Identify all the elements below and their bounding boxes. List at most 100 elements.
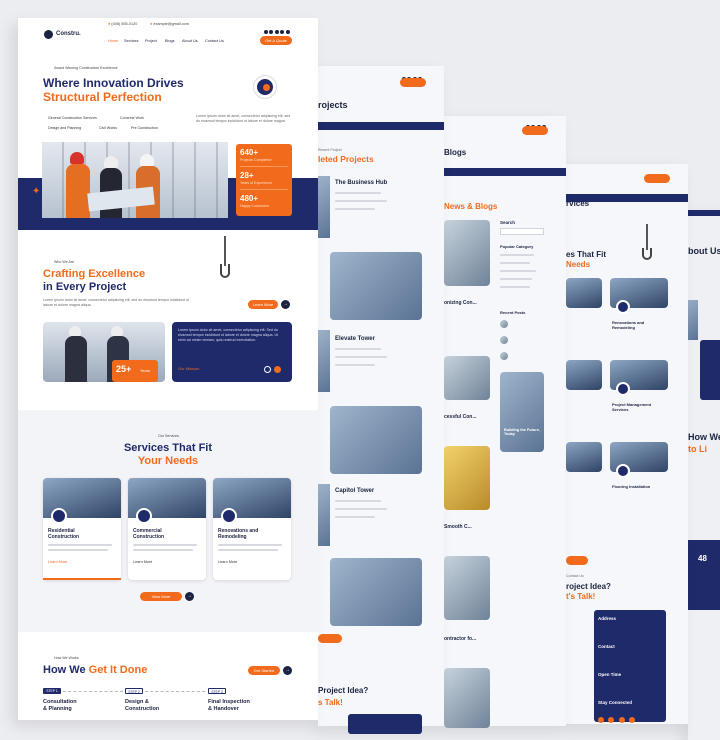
stat-value: 640+ [240, 148, 259, 157]
step-name-1: Final Inspection [208, 699, 250, 705]
nav-blogs[interactable]: Blogs [165, 39, 175, 43]
stat-label: Happy Customers [240, 204, 269, 208]
hero-service: Pre Construction [131, 126, 158, 130]
who-learn-more[interactable]: Learn More [248, 300, 278, 309]
phone-icon: ● [108, 22, 111, 26]
services-view-more[interactable]: View More [140, 592, 182, 601]
about-stat-value: 48 [698, 554, 707, 563]
project-meta [335, 356, 387, 358]
service-card[interactable]: Commercial Construction Learn More [128, 478, 206, 580]
hero-eyebrow: Award Winning Construction Excellence [54, 66, 118, 70]
text-line [48, 549, 108, 551]
project-title[interactable]: Elevate Tower [335, 336, 375, 342]
service-image [566, 442, 602, 472]
category-item[interactable] [500, 286, 530, 288]
blogs-quote-button[interactable] [522, 126, 548, 135]
arrow-right-icon[interactable]: → [281, 300, 290, 309]
nav-services[interactable]: Services [124, 39, 139, 43]
project-title[interactable]: The Business Hub [335, 180, 387, 186]
project-meta [335, 208, 375, 210]
arrow-right-icon[interactable]: → [185, 592, 194, 601]
twitter-icon[interactable] [269, 30, 273, 34]
service-link[interactable]: Learn More [218, 560, 237, 564]
projects-eyebrow: Recent Project [318, 148, 342, 152]
play-badge[interactable] [254, 76, 276, 98]
category-item[interactable] [500, 254, 534, 256]
service-name-2: Construction [133, 534, 165, 540]
instagram-icon[interactable] [274, 30, 279, 34]
blog-image [444, 356, 490, 400]
services-view-more[interactable] [566, 556, 588, 565]
clipboard-icon [616, 382, 630, 396]
about-heading-2: to Li [688, 444, 707, 454]
get-quote-button[interactable]: Get A Quote [260, 36, 292, 45]
text-line [218, 549, 278, 551]
service-link[interactable]: Learn More [48, 560, 67, 564]
floor-icon [616, 464, 630, 478]
projects-view-more[interactable] [318, 634, 342, 643]
step-tag: STEP 3 [208, 688, 226, 694]
facebook-icon[interactable] [263, 30, 268, 34]
sparkle-icon: ✦ [32, 186, 41, 197]
youtube-icon[interactable] [285, 30, 290, 34]
prev-icon[interactable] [264, 366, 271, 373]
recent-label: Recent Posts [500, 310, 526, 315]
years-value: 25+ [116, 364, 132, 374]
services-heading-1: es That Fit [566, 250, 607, 259]
hero-description: Lorem ipsum dolor sit amet, consectetur … [196, 114, 291, 123]
stat-value: 480+ [240, 194, 259, 203]
about-page-preview: bout Us How We to Li 48 [684, 210, 720, 740]
contact-heading-1: roject Idea? [566, 582, 611, 591]
service-card[interactable]: Residential Construction Learn More [43, 478, 121, 580]
nav-project[interactable]: Project [145, 39, 157, 43]
tools-icon [221, 508, 237, 524]
services-eyebrow: Our Services [158, 434, 179, 438]
projects-header-bar [318, 122, 444, 130]
blog-post-title[interactable]: ontractor fo... [444, 636, 476, 642]
nav-about[interactable]: About Us [182, 39, 198, 43]
nav-contact[interactable]: Contact Us [205, 39, 224, 43]
hardhat-image [444, 446, 490, 510]
brand-name[interactable]: Constru. [56, 31, 81, 37]
active-underline [43, 578, 121, 580]
arrow-right-icon[interactable]: → [283, 666, 292, 675]
home-page-preview: ● (406) 555-0120 ● example@gmail.com Con… [18, 18, 318, 720]
hero-image [42, 142, 228, 218]
years-badge: 25+ Years [112, 360, 158, 382]
mission-text: Lorem ipsum dolor sit amet, consectetur … [178, 328, 279, 342]
about-header-bar [688, 210, 720, 216]
service-link[interactable]: Learn More [133, 560, 152, 564]
blog-search-input[interactable] [500, 228, 544, 235]
service-card[interactable]: Renovations and Remodeling Learn More [213, 478, 291, 580]
next-icon[interactable] [274, 366, 281, 373]
step-tag: STEP 2 [125, 688, 143, 694]
projects-quote-button[interactable] [400, 78, 426, 87]
info-contact-label: Contact [598, 644, 615, 649]
service-image [566, 278, 602, 308]
services-quote-button[interactable] [644, 174, 670, 183]
mission-label[interactable]: Our Mission [178, 366, 199, 371]
nav-home[interactable]: Home [108, 39, 118, 43]
crane-hook-icon [642, 224, 652, 262]
category-item[interactable] [500, 262, 530, 264]
step-connector [145, 691, 205, 692]
blog-post-title[interactable]: Smooth C... [444, 524, 472, 530]
blog-image [444, 668, 490, 728]
stat-label: Years of Experience [240, 181, 273, 185]
category-item[interactable] [500, 270, 536, 272]
project-title[interactable]: Capitol Tower [335, 488, 374, 494]
blog-post-title[interactable]: cessful Con... [444, 414, 477, 420]
who-eyebrow: Who We Are [54, 260, 75, 264]
contact-social-icons [598, 710, 636, 728]
linkedin-icon[interactable] [280, 30, 284, 34]
project-image [318, 330, 330, 392]
category-item[interactable] [500, 278, 532, 280]
blog-post-title[interactable]: onizing Con... [444, 300, 477, 306]
service-name: Renovations and Remodeling [612, 320, 645, 330]
recent-thumb [500, 320, 508, 328]
how-get-started[interactable]: Get Started [248, 666, 280, 675]
crane-hook-icon [220, 236, 230, 282]
projects-cta-heading-1: Project Idea? [318, 686, 369, 695]
hero-service: General Construction Services [48, 116, 97, 120]
logo-icon [44, 30, 53, 39]
